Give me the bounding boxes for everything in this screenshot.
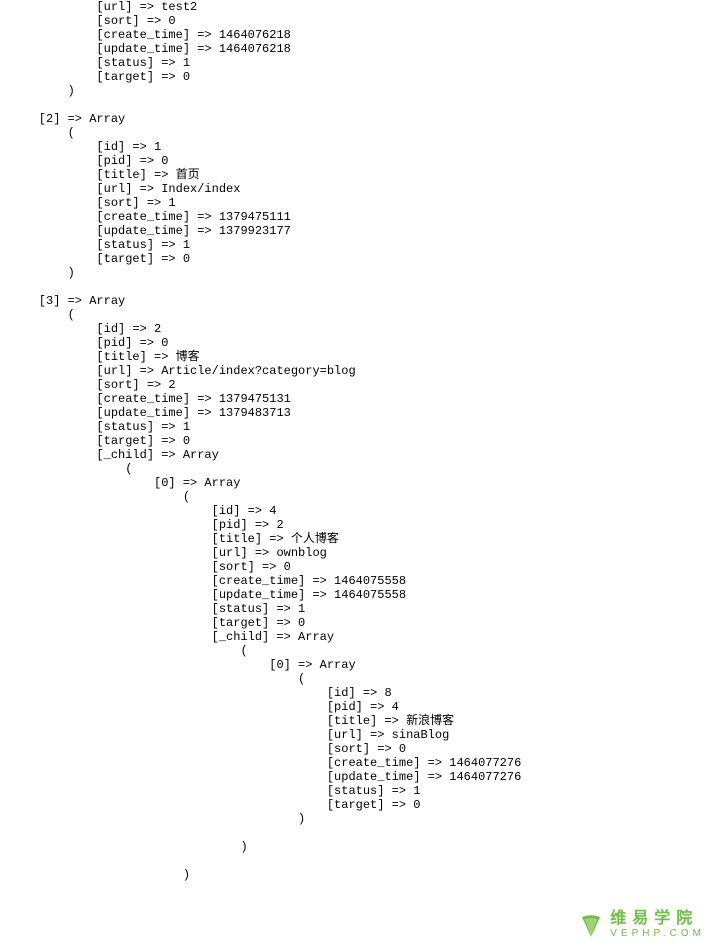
watermark-en: VEPHP.COM	[610, 929, 705, 939]
watermark: 维易学院 VEPHP.COM	[578, 911, 705, 939]
logo-icon	[578, 912, 604, 938]
php-array-dump: [url] => test2 [sort] => 0 [create_time]…	[0, 0, 713, 882]
watermark-cn: 维易学院	[610, 911, 705, 927]
